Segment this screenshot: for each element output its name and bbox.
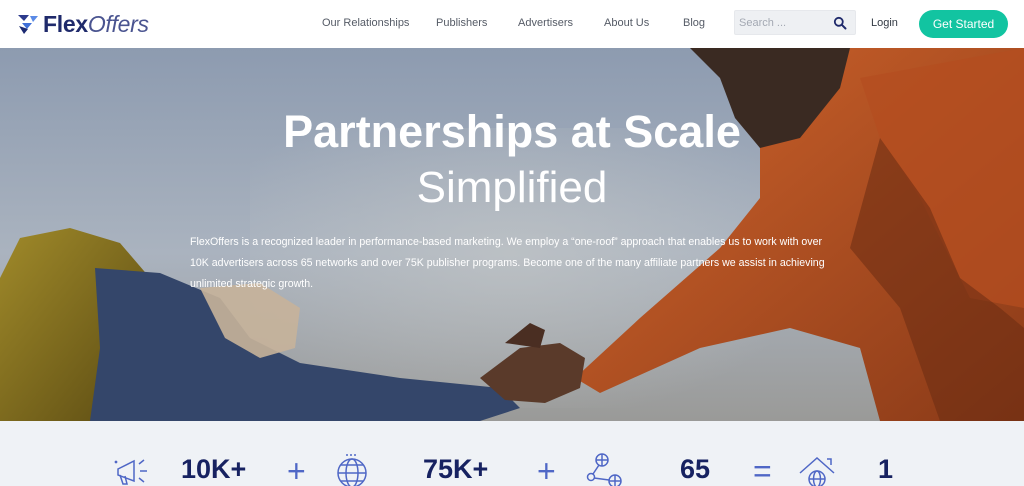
hero-description: FlexOffers is a recognized leader in per… bbox=[190, 236, 825, 290]
logo-wordmark: FlexOffers bbox=[43, 11, 149, 37]
globe-icon bbox=[337, 454, 367, 486]
search-input[interactable] bbox=[739, 14, 829, 31]
hero-subtitle: Simplified bbox=[416, 163, 608, 212]
stat-one-roof-value: 1 bbox=[878, 454, 894, 484]
login-link[interactable]: Login bbox=[871, 17, 898, 29]
search-box bbox=[734, 10, 856, 35]
nav-link-publishers[interactable]: Publishers bbox=[436, 17, 487, 29]
logo-mark-icon bbox=[18, 15, 38, 34]
stat-publishers-value: 75K+ bbox=[423, 454, 489, 484]
site-header: FlexOffers Our Relationships Publishers … bbox=[0, 0, 1024, 48]
network-icon bbox=[586, 453, 622, 486]
plus-operator: + bbox=[537, 453, 556, 486]
nav-link-advertisers[interactable]: Advertisers bbox=[518, 17, 573, 29]
plus-operator: + bbox=[287, 453, 306, 486]
nav-link-our-relationships[interactable]: Our Relationships bbox=[322, 17, 409, 29]
hero-section: Partnerships at Scale Simplified FlexOff… bbox=[0, 48, 1024, 421]
stat-networks-value: 65 bbox=[680, 454, 711, 484]
hero-title: Partnerships at Scale bbox=[283, 106, 741, 157]
stats-strip: 10K+ + 75K+ + 65 = 1 bbox=[0, 421, 1024, 486]
flexoffers-logo[interactable]: FlexOffers bbox=[16, 10, 149, 38]
megaphone-icon bbox=[114, 459, 147, 485]
nav-link-blog[interactable]: Blog bbox=[683, 17, 705, 29]
equals-operator: = bbox=[753, 453, 772, 486]
get-started-button[interactable]: Get Started bbox=[919, 10, 1008, 38]
stat-advertisers-value: 10K+ bbox=[181, 454, 247, 484]
search-icon[interactable] bbox=[833, 16, 847, 30]
house-globe-icon bbox=[799, 456, 835, 486]
nav-link-about-us[interactable]: About Us bbox=[604, 17, 649, 29]
